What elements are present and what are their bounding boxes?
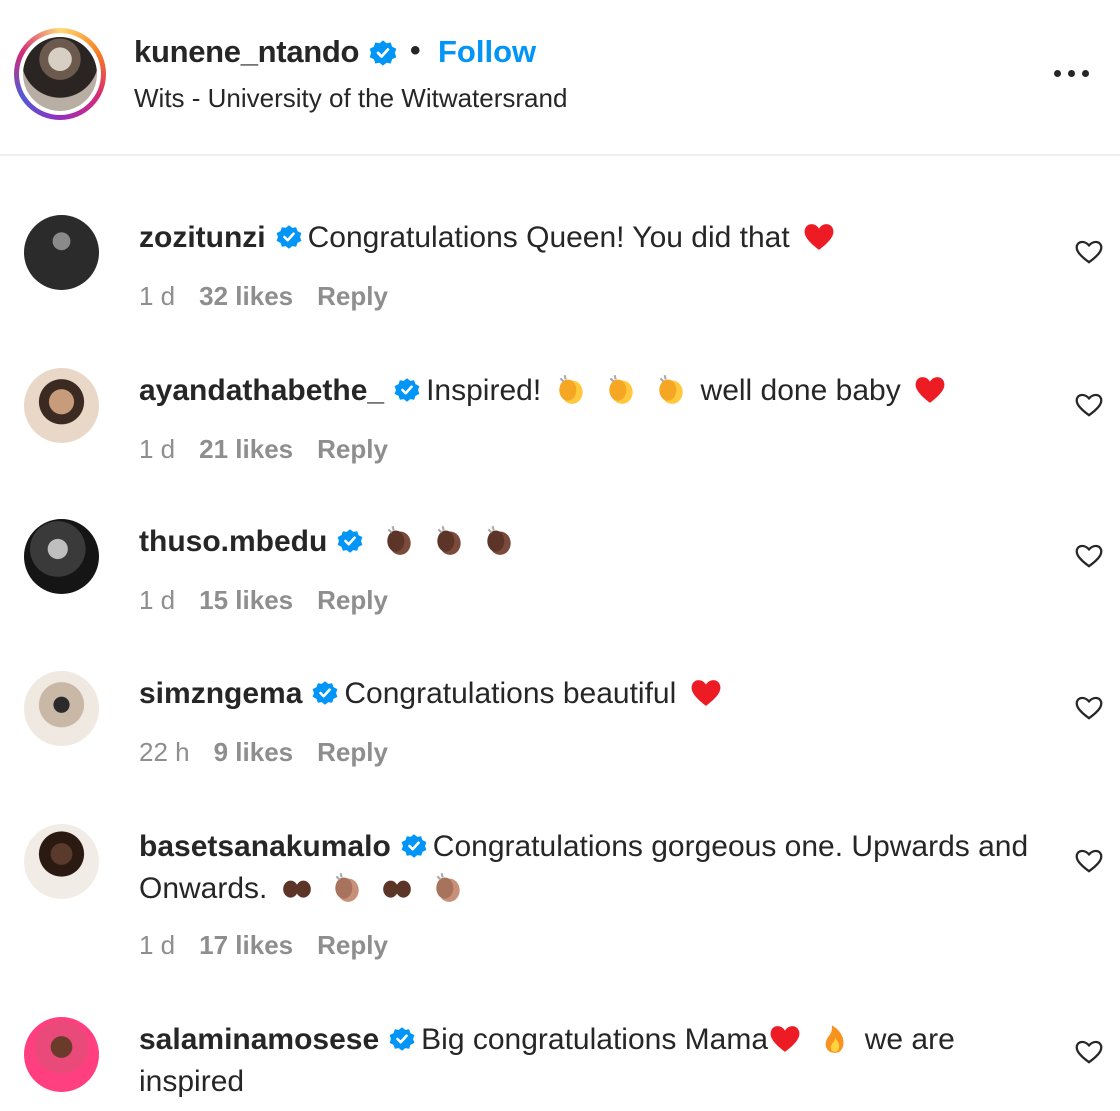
reply-button[interactable]: Reply: [317, 434, 388, 464]
reply-button[interactable]: Reply: [317, 737, 388, 767]
clapping-hands-emoji-icon: [335, 872, 359, 902]
comment-username[interactable]: ayandathabethe_: [139, 374, 384, 407]
heart-emoji-icon: [770, 1026, 800, 1052]
comment-likes[interactable]: 9 likes: [214, 737, 294, 767]
reply-button[interactable]: Reply: [317, 585, 388, 615]
clapping-hands-emoji-icon: [386, 525, 411, 555]
follow-button[interactable]: Follow: [438, 34, 536, 70]
comment-likes[interactable]: 32 likes: [199, 281, 293, 311]
clapping-hands-emoji-icon: [659, 374, 683, 404]
comment-body: Big congratulations Mama: [421, 1023, 769, 1056]
avatar[interactable]: [24, 215, 99, 290]
verified-badge-icon: [313, 681, 338, 705]
header-separator: •: [410, 34, 421, 67]
comment-text: basetsanakumalo Congratulations gorgeous …: [139, 826, 1039, 910]
comment-username[interactable]: zozitunzi: [139, 221, 266, 254]
heart-outline-icon[interactable]: [1074, 541, 1104, 569]
comment-username[interactable]: salaminamosese: [139, 1023, 379, 1056]
comment-time: 1 d: [139, 585, 176, 615]
comment-username[interactable]: basetsanakumalo: [139, 830, 391, 863]
heart-emoji-icon: [804, 224, 834, 250]
heart-emoji-icon: [691, 680, 721, 706]
comment-meta: 1 d 17 likes Reply: [139, 930, 412, 961]
comment-username[interactable]: simzngema: [139, 677, 302, 710]
verified-badge-icon: [389, 1027, 415, 1051]
clapping-hands-emoji-icon: [437, 525, 461, 555]
comment-meta: 1 d 32 likes Reply: [139, 281, 412, 312]
heart-outline-icon[interactable]: [1074, 846, 1104, 874]
comment-likes[interactable]: 15 likes: [199, 585, 293, 615]
clapping-hands-emoji-icon: [609, 374, 633, 404]
verified-badge-icon: [369, 40, 397, 66]
heart-outline-icon[interactable]: [1074, 237, 1104, 265]
avatar[interactable]: [24, 824, 99, 899]
comment-body: Congratulations Queen! You did that: [307, 221, 790, 254]
heart-outline-icon[interactable]: [1074, 693, 1104, 721]
clapping-hands-emoji-icon: [436, 872, 460, 902]
comment-body: Congratulations beautiful: [344, 677, 677, 710]
comment-time: 1 d: [139, 930, 176, 960]
clapping-hands-emoji-icon: [558, 374, 583, 404]
comment-likes[interactable]: 21 likes: [199, 434, 293, 464]
comment-time: 22 h: [139, 737, 190, 767]
hands-together-emoji-icon: [282, 880, 311, 898]
verified-badge-icon: [394, 378, 420, 402]
avatar[interactable]: [24, 519, 99, 594]
comment-time: 1 d: [139, 281, 176, 311]
header-location[interactable]: Wits - University of the Witwatersrand: [134, 83, 567, 114]
more-horizontal-icon[interactable]: [1050, 58, 1094, 88]
comment-text: simzngema Congratulations beautiful: [139, 673, 1039, 715]
clapping-hands-emoji-icon: [487, 525, 512, 555]
comment-meta: 1 d 15 likes Reply: [139, 585, 412, 616]
verified-badge-icon: [401, 834, 427, 858]
hands-together-emoji-icon: [383, 880, 412, 898]
comment-meta: 22 h 9 likes Reply: [139, 737, 412, 768]
comment-likes[interactable]: 17 likes: [199, 930, 293, 960]
reply-button[interactable]: Reply: [317, 930, 388, 960]
comment-body-continued: well done baby: [700, 374, 901, 407]
avatar[interactable]: [24, 1017, 99, 1092]
comment-text: thuso.mbedu: [139, 521, 1039, 563]
avatar[interactable]: [24, 368, 99, 443]
avatar[interactable]: [24, 671, 99, 746]
avatar[interactable]: [23, 37, 97, 111]
comment-username[interactable]: thuso.mbedu: [139, 525, 327, 558]
heart-emoji-icon: [915, 377, 945, 403]
comment-text: ayandathabethe_ Inspired! well done baby: [139, 370, 1039, 412]
comment-text: zozitunzi Congratulations Queen! You did …: [139, 217, 1039, 259]
comment-body: Inspired!: [426, 374, 542, 407]
story-ring[interactable]: [14, 28, 106, 120]
verified-badge-icon: [337, 529, 363, 553]
heart-outline-icon[interactable]: [1074, 390, 1104, 418]
fire-emoji-icon: [826, 1025, 844, 1053]
post-header: kunene_ntando • Follow Wits - University…: [0, 0, 1120, 156]
header-username[interactable]: kunene_ntando: [134, 34, 359, 70]
verified-badge-icon: [276, 225, 301, 249]
comment-time: 1 d: [139, 434, 176, 464]
reply-button[interactable]: Reply: [317, 281, 388, 311]
comment-text: salaminamosese Big congratulations Mama w…: [139, 1019, 1039, 1103]
heart-outline-icon[interactable]: [1074, 1037, 1104, 1065]
comment-meta: 1 d 21 likes Reply: [139, 434, 412, 465]
